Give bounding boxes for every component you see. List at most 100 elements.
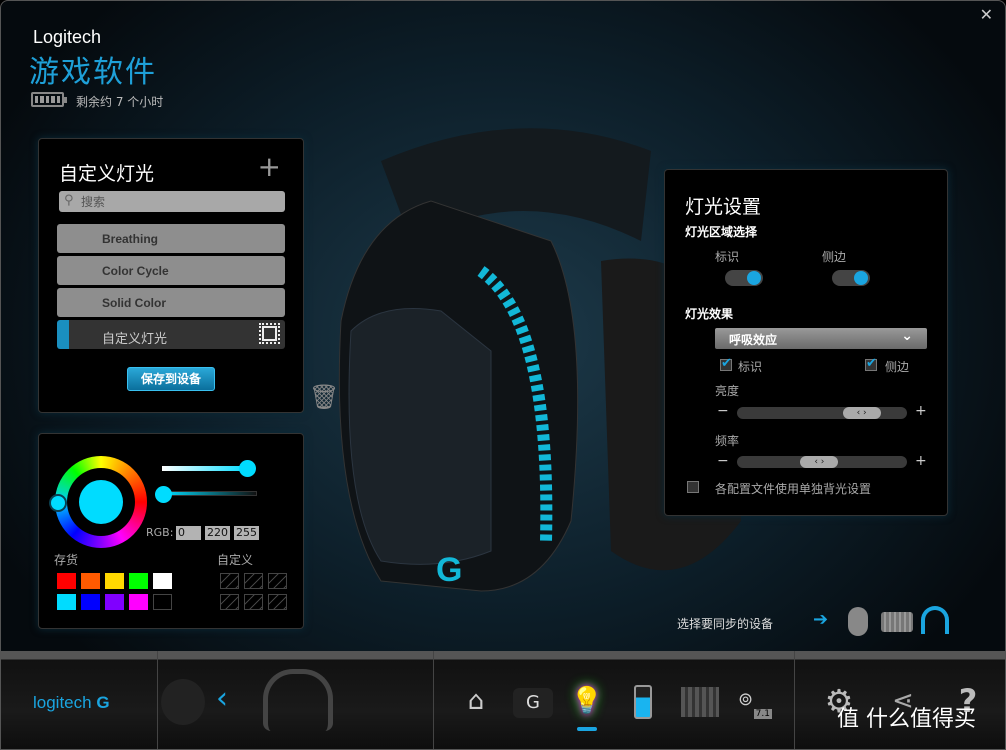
zone-title: 灯光区域选择	[685, 225, 758, 239]
lighting-settings-panel: 灯光设置 灯光区域选择 标识 侧边 灯光效果 呼吸效应⌄ 标识 侧边 亮度 − …	[664, 169, 948, 516]
saturation-slider[interactable]	[162, 460, 256, 477]
item-label: Color Cycle	[102, 264, 169, 278]
stock-swatch[interactable]	[57, 594, 76, 610]
g-keys-icon[interactable]: G	[513, 688, 553, 718]
stock-swatch[interactable]	[129, 573, 148, 589]
search-icon: ⚲	[64, 193, 74, 208]
custom-swatch[interactable]	[268, 573, 287, 589]
lighting-item-solid-color[interactable]: Solid Color	[57, 288, 285, 317]
save-to-device-button[interactable]: 保存到设备	[127, 367, 215, 391]
brightness-slider[interactable]: ‹ ›	[737, 407, 907, 419]
logitech-logo: logitech G	[33, 693, 110, 712]
app-title: 游戏软件	[29, 55, 157, 90]
item-label: 自定义灯光	[102, 332, 168, 347]
effect-value: 呼吸效应	[729, 333, 778, 347]
battery-icon	[31, 92, 67, 107]
mouse-device-icon[interactable]	[848, 607, 868, 636]
arrow-right-icon: ➔	[813, 609, 829, 630]
app-window: ✕ Logitech 游戏软件 剩余约 7 个小时 G 自定义灯光 + ⚲ 搜索 …	[0, 0, 1006, 750]
brightness-decrease[interactable]: −	[717, 403, 729, 419]
custom-swatch[interactable]	[220, 594, 239, 610]
brightness-increase[interactable]: +	[915, 403, 927, 419]
checkbox-label: 标识	[738, 360, 763, 374]
trash-icon[interactable]: 🗑	[309, 383, 339, 413]
stock-swatch[interactable]	[105, 594, 124, 610]
rate-label: 频率	[715, 434, 740, 448]
divider	[433, 651, 434, 749]
headset-device-icon[interactable]	[921, 606, 949, 634]
mouse-device-thumbnail[interactable]	[161, 679, 205, 725]
per-profile-label: 各配置文件使用单独背光设置	[715, 482, 872, 496]
stock-swatch[interactable]	[153, 594, 172, 610]
keyboard-device-icon[interactable]	[881, 612, 913, 632]
lighting-item-color-cycle[interactable]: Color Cycle	[57, 256, 285, 285]
lighting-bulb-icon[interactable]: 💡	[567, 681, 607, 721]
item-label: Solid Color	[102, 296, 166, 310]
custom-label: 自定义	[217, 553, 254, 567]
lighting-list-panel: 自定义灯光 + ⚲ 搜索 Breathing Color Cycle Solid …	[38, 138, 304, 413]
logo-checkbox[interactable]	[720, 356, 732, 371]
logo-text: logitech	[33, 693, 92, 712]
custom-swatch[interactable]	[268, 594, 287, 610]
surround-sound-icon[interactable]: ⊚ 7.1	[738, 689, 772, 719]
panel-title: 自定义灯光	[59, 163, 155, 185]
custom-swatch[interactable]	[244, 594, 263, 610]
hue-handle[interactable]	[49, 494, 67, 512]
divider	[157, 651, 158, 749]
home-icon[interactable]: ⌂	[456, 681, 496, 721]
close-button[interactable]: ✕	[980, 5, 993, 24]
headset-device-thumbnail[interactable]	[263, 669, 333, 731]
per-profile-checkbox[interactable]	[687, 481, 699, 493]
add-lighting-button[interactable]: +	[258, 153, 281, 181]
side-zone-toggle[interactable]	[832, 270, 870, 286]
slider-thumb[interactable]: ‹ ›	[800, 456, 839, 468]
stock-swatch[interactable]	[81, 594, 100, 610]
chevron-down-icon: ⌄	[901, 328, 913, 344]
zone-label-side: 侧边	[822, 250, 847, 264]
stock-swatch[interactable]	[81, 573, 100, 589]
lighting-item-custom[interactable]: 自定义灯光	[57, 320, 285, 349]
color-panel: RGB: 0 220 255 存货 自定义	[38, 433, 304, 629]
sync-label: 选择要同步的设备	[677, 617, 774, 631]
stock-swatch[interactable]	[129, 594, 148, 610]
blue-input[interactable]: 255	[234, 526, 259, 540]
svg-text:G: G	[436, 551, 462, 589]
battery-tab-icon[interactable]	[634, 685, 652, 719]
side-checkbox[interactable]	[865, 356, 877, 371]
rgb-label: RGB:	[146, 526, 174, 539]
zone-label-logo: 标识	[715, 250, 740, 264]
effect-dropdown[interactable]: 呼吸效应 ⌄	[715, 328, 927, 349]
brightness-label: 亮度	[715, 384, 740, 398]
previous-device-arrow[interactable]: ‹	[216, 681, 228, 716]
checkbox-label: 侧边	[885, 360, 910, 374]
stock-swatch[interactable]	[57, 573, 76, 589]
watermark: 值 什么值得买	[837, 707, 976, 732]
slider-thumb[interactable]: ‹ ›	[842, 407, 881, 419]
selected-color-preview	[79, 480, 123, 524]
effect-title: 灯光效果	[685, 307, 734, 321]
item-label: Breathing	[102, 232, 159, 246]
green-input[interactable]: 220	[205, 526, 230, 540]
rate-increase[interactable]: +	[915, 453, 927, 469]
equalizer-icon[interactable]	[681, 687, 719, 717]
search-input[interactable]: ⚲ 搜索	[59, 191, 285, 212]
logo-zone-toggle[interactable]	[725, 270, 763, 286]
brightness-slider[interactable]	[155, 486, 257, 503]
surround-badge: 7.1	[753, 709, 772, 719]
custom-swatch[interactable]	[220, 573, 239, 589]
stock-swatch[interactable]	[105, 573, 124, 589]
onboard-memory-icon	[259, 323, 280, 344]
active-tab-indicator	[577, 727, 597, 731]
stock-label: 存货	[54, 553, 79, 567]
stock-swatch[interactable]	[153, 573, 172, 589]
divider	[794, 651, 795, 749]
custom-swatch[interactable]	[244, 573, 263, 589]
battery-status: 剩余约 7 个小时	[76, 95, 164, 109]
search-placeholder: 搜索	[81, 195, 106, 209]
rate-decrease[interactable]: −	[717, 453, 729, 469]
lighting-item-breathing[interactable]: Breathing	[57, 224, 285, 253]
red-input[interactable]: 0	[176, 526, 201, 540]
brand-label: Logitech	[33, 27, 102, 47]
color-wheel[interactable]	[49, 456, 147, 548]
rate-slider[interactable]: ‹ ›	[737, 456, 907, 468]
